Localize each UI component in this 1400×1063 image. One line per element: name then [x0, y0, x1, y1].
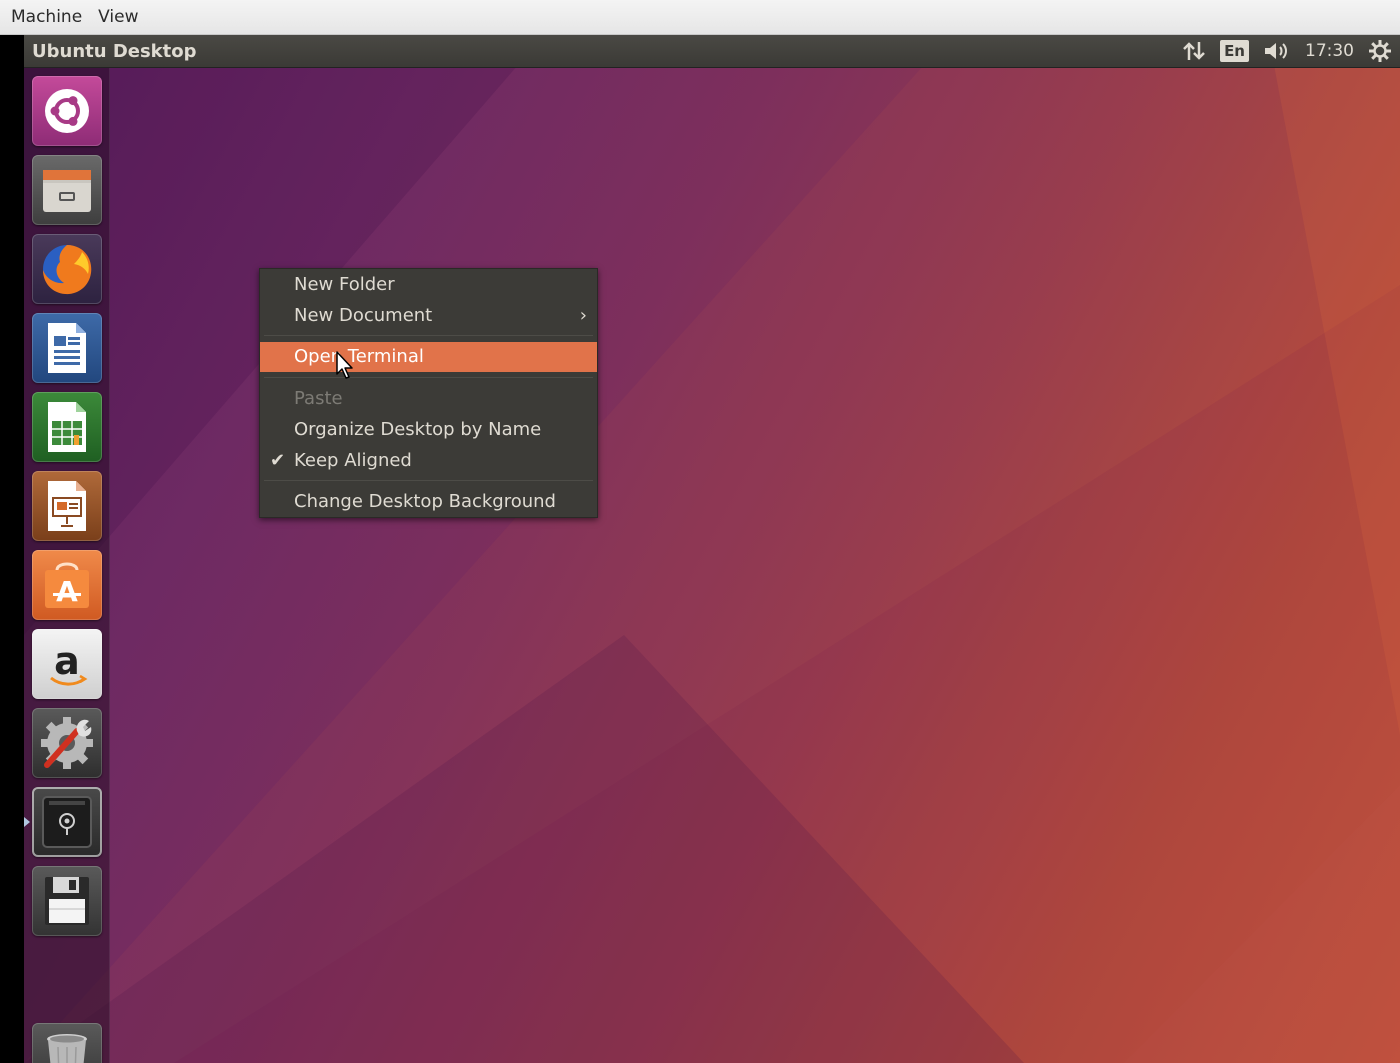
- trash-icon: [47, 1034, 87, 1063]
- launcher-item-trash[interactable]: [32, 1023, 102, 1063]
- launcher-item-disk-app[interactable]: [32, 787, 102, 857]
- launcher-item-software[interactable]: A: [32, 550, 102, 620]
- menu-item-label: Change Desktop Background: [294, 491, 556, 512]
- top-panel: Ubuntu Desktop En 17:30: [24, 35, 1400, 68]
- mouse-pointer-icon: [336, 351, 353, 379]
- calc-spreadsheet-icon: [48, 402, 86, 452]
- keyboard-layout-badge: En: [1220, 40, 1249, 62]
- vm-menu-view[interactable]: View: [90, 0, 146, 35]
- panel-title: Ubuntu Desktop: [32, 40, 197, 62]
- launcher-item-amazon[interactable]: a: [32, 629, 102, 699]
- desktop-background[interactable]: [24, 35, 1400, 1063]
- launcher-item-save-disk[interactable]: [32, 866, 102, 936]
- menu-item-paste: Paste: [260, 384, 597, 414]
- safe-disk-icon: [42, 796, 92, 848]
- settings-wrench-icon: [41, 717, 93, 769]
- menu-item-change-background[interactable]: Change Desktop Background: [260, 487, 597, 517]
- panel-indicators: En 17:30: [1168, 35, 1400, 68]
- launcher-item-firefox[interactable]: [32, 234, 102, 304]
- guest-screen: A a Ubuntu Desktop En 17:30: [0, 35, 1400, 1063]
- keyboard-indicator[interactable]: En: [1220, 35, 1249, 68]
- software-bag-icon: A: [45, 562, 89, 608]
- launcher-item-system-settings[interactable]: [32, 708, 102, 778]
- submenu-arrow-icon: ›: [579, 305, 587, 326]
- menu-item-open-terminal[interactable]: Open Terminal: [260, 342, 597, 372]
- menu-item-label: New Document: [294, 305, 433, 326]
- menu-separator: [264, 335, 593, 336]
- svg-text:A: A: [56, 575, 78, 608]
- vm-menubar: Machine View: [0, 0, 1400, 35]
- launcher: A a: [24, 68, 110, 1063]
- ubuntu-logo-icon: [45, 89, 89, 133]
- sound-indicator[interactable]: [1263, 35, 1291, 68]
- launcher-item-dash[interactable]: [32, 76, 102, 146]
- svg-text:a: a: [54, 639, 80, 683]
- launcher-item-files[interactable]: [32, 155, 102, 225]
- menu-item-keep-aligned[interactable]: ✔ Keep Aligned: [260, 446, 597, 476]
- session-gear-icon: [1369, 40, 1391, 62]
- launcher-item-writer[interactable]: [32, 313, 102, 383]
- active-app-arrow-icon: [24, 817, 30, 827]
- menu-item-label: Organize Desktop by Name: [294, 419, 542, 440]
- impress-presentation-icon: [48, 481, 86, 531]
- amazon-icon: a: [50, 639, 88, 686]
- floppy-icon: [45, 877, 89, 925]
- menu-item-label: Keep Aligned: [294, 450, 412, 471]
- network-updown-icon: [1183, 42, 1205, 60]
- launcher-item-calc[interactable]: [32, 392, 102, 462]
- menu-separator: [264, 377, 593, 378]
- menu-item-new-document[interactable]: New Document ›: [260, 301, 597, 331]
- writer-document-icon: [48, 323, 86, 373]
- wallpaper-facets-icon: [24, 35, 1400, 1063]
- vm-menu-machine[interactable]: Machine: [3, 0, 90, 35]
- network-indicator[interactable]: [1182, 35, 1206, 68]
- firefox-icon: [43, 245, 92, 295]
- checkmark-icon: ✔: [270, 450, 286, 471]
- clock[interactable]: 17:30: [1305, 35, 1354, 68]
- menu-item-new-folder[interactable]: New Folder: [260, 270, 597, 300]
- desktop-context-menu: New Folder New Document › Open Terminal …: [259, 268, 598, 518]
- menu-item-label: New Folder: [294, 274, 395, 295]
- launcher-item-impress[interactable]: [32, 471, 102, 541]
- file-cabinet-icon: [43, 170, 91, 212]
- menu-item-label: Paste: [294, 388, 343, 409]
- menu-item-organize-desktop[interactable]: Organize Desktop by Name: [260, 415, 597, 445]
- menu-separator: [264, 480, 593, 481]
- volume-icon: [1265, 43, 1287, 59]
- session-indicator[interactable]: [1368, 35, 1392, 68]
- menu-item-label: Open Terminal: [294, 346, 424, 367]
